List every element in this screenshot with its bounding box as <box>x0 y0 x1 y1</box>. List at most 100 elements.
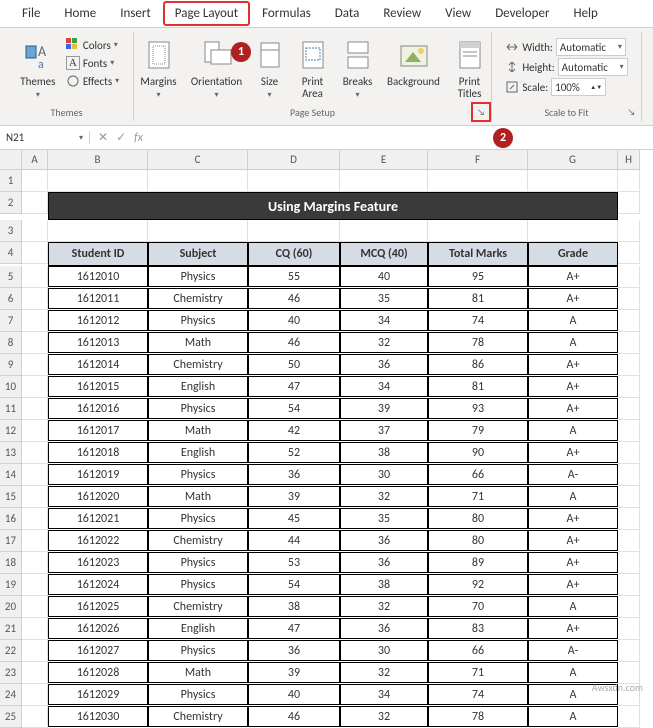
row-header[interactable]: 7 <box>0 310 22 332</box>
cell[interactable] <box>618 464 640 486</box>
row-header[interactable]: 22 <box>0 640 22 662</box>
width-input[interactable]: Automatic▾ <box>556 38 626 56</box>
cell[interactable] <box>618 508 640 530</box>
table-cell[interactable]: 39 <box>340 398 428 419</box>
table-cell[interactable]: English <box>148 618 248 639</box>
table-cell[interactable]: A+ <box>528 288 618 309</box>
row-header[interactable]: 15 <box>0 486 22 508</box>
cell[interactable] <box>618 596 640 618</box>
table-cell[interactable]: 1612022 <box>48 530 148 551</box>
cell[interactable] <box>22 242 48 264</box>
height-input[interactable]: Automatic▾ <box>558 58 628 76</box>
row-header[interactable]: 5 <box>0 266 22 288</box>
table-cell[interactable]: 38 <box>340 574 428 595</box>
table-cell[interactable]: 45 <box>248 508 340 529</box>
table-cell[interactable]: 81 <box>428 376 528 397</box>
row-header[interactable]: 12 <box>0 420 22 442</box>
table-cell[interactable]: Chemistry <box>148 530 248 551</box>
table-cell[interactable]: 52 <box>248 442 340 463</box>
table-cell[interactable]: 39 <box>248 662 340 683</box>
table-cell[interactable]: 42 <box>248 420 340 441</box>
cell[interactable] <box>428 220 528 242</box>
table-cell[interactable]: 36 <box>248 464 340 485</box>
table-cell[interactable]: 54 <box>248 574 340 595</box>
print-titles-button[interactable]: Print Titles <box>449 35 491 103</box>
table-cell[interactable]: 1612014 <box>48 354 148 375</box>
table-cell[interactable]: 66 <box>428 640 528 661</box>
table-cell[interactable]: 81 <box>428 288 528 309</box>
row-header[interactable]: 9 <box>0 354 22 376</box>
cell[interactable] <box>22 618 48 640</box>
row-header[interactable]: 20 <box>0 596 22 618</box>
cell[interactable] <box>618 376 640 398</box>
table-cell[interactable]: 44 <box>248 530 340 551</box>
cell[interactable] <box>22 464 48 486</box>
table-cell[interactable]: A+ <box>528 442 618 463</box>
table-cell[interactable]: 1612029 <box>48 684 148 705</box>
row-header[interactable]: 1 <box>0 170 22 192</box>
table-cell[interactable]: 66 <box>428 464 528 485</box>
cell[interactable] <box>22 486 48 508</box>
tab-data[interactable]: Data <box>323 0 372 27</box>
col-header-A[interactable]: A <box>22 150 48 170</box>
row-header[interactable]: 16 <box>0 508 22 530</box>
scale-launcher[interactable]: ↘ <box>625 106 638 119</box>
table-cell[interactable]: 54 <box>248 398 340 419</box>
table-cell[interactable]: A+ <box>528 398 618 419</box>
table-cell[interactable]: 46 <box>248 706 340 727</box>
row-header[interactable]: 17 <box>0 530 22 552</box>
background-button[interactable]: Background <box>383 35 445 91</box>
cell[interactable] <box>22 662 48 684</box>
table-cell[interactable]: 36 <box>340 618 428 639</box>
cell[interactable] <box>248 170 340 192</box>
cell[interactable] <box>618 266 640 288</box>
table-cell[interactable]: 34 <box>340 376 428 397</box>
row-header[interactable]: 18 <box>0 552 22 574</box>
table-cell[interactable]: A+ <box>528 354 618 375</box>
table-cell[interactable]: 53 <box>248 552 340 573</box>
table-cell[interactable]: Physics <box>148 464 248 485</box>
fx-icon[interactable]: fx <box>134 131 143 145</box>
table-cell[interactable]: 36 <box>340 530 428 551</box>
tab-developer[interactable]: Developer <box>483 0 561 27</box>
cell[interactable] <box>340 220 428 242</box>
cell[interactable] <box>48 220 148 242</box>
tab-view[interactable]: View <box>433 0 483 27</box>
table-cell[interactable]: 46 <box>248 332 340 353</box>
table-cell[interactable]: 1612012 <box>48 310 148 331</box>
table-cell[interactable]: 1612016 <box>48 398 148 419</box>
cell[interactable] <box>22 420 48 442</box>
cell[interactable] <box>428 170 528 192</box>
cell[interactable] <box>340 170 428 192</box>
col-header-H[interactable]: H <box>618 150 640 170</box>
table-header[interactable]: Student ID <box>48 242 148 266</box>
table-cell[interactable]: Physics <box>148 640 248 661</box>
page-setup-launcher[interactable]: ↘ <box>471 102 491 122</box>
row-header[interactable]: 25 <box>0 706 22 728</box>
cell[interactable] <box>148 220 248 242</box>
table-cell[interactable]: A <box>528 486 618 507</box>
cell[interactable] <box>618 706 640 728</box>
cell[interactable] <box>528 170 618 192</box>
table-cell[interactable]: Physics <box>148 552 248 573</box>
table-cell[interactable]: 1612018 <box>48 442 148 463</box>
row-header[interactable]: 2 <box>0 192 22 214</box>
cell[interactable] <box>618 640 640 662</box>
fonts-button[interactable]: AFonts▾ <box>66 56 119 70</box>
table-cell[interactable]: 1612011 <box>48 288 148 309</box>
cell[interactable] <box>22 684 48 706</box>
cell[interactable] <box>22 170 48 192</box>
table-cell[interactable]: 30 <box>340 464 428 485</box>
table-cell[interactable]: 39 <box>248 486 340 507</box>
table-cell[interactable]: Physics <box>148 266 248 287</box>
table-cell[interactable]: A+ <box>528 530 618 551</box>
table-cell[interactable]: 1612028 <box>48 662 148 683</box>
table-cell[interactable]: A <box>528 310 618 331</box>
table-header[interactable]: MCQ (40) <box>340 242 428 266</box>
cell[interactable] <box>22 332 48 354</box>
table-cell[interactable]: 83 <box>428 618 528 639</box>
row-header[interactable]: 6 <box>0 288 22 310</box>
cell[interactable] <box>618 354 640 376</box>
table-cell[interactable]: English <box>148 376 248 397</box>
table-cell[interactable]: English <box>148 442 248 463</box>
